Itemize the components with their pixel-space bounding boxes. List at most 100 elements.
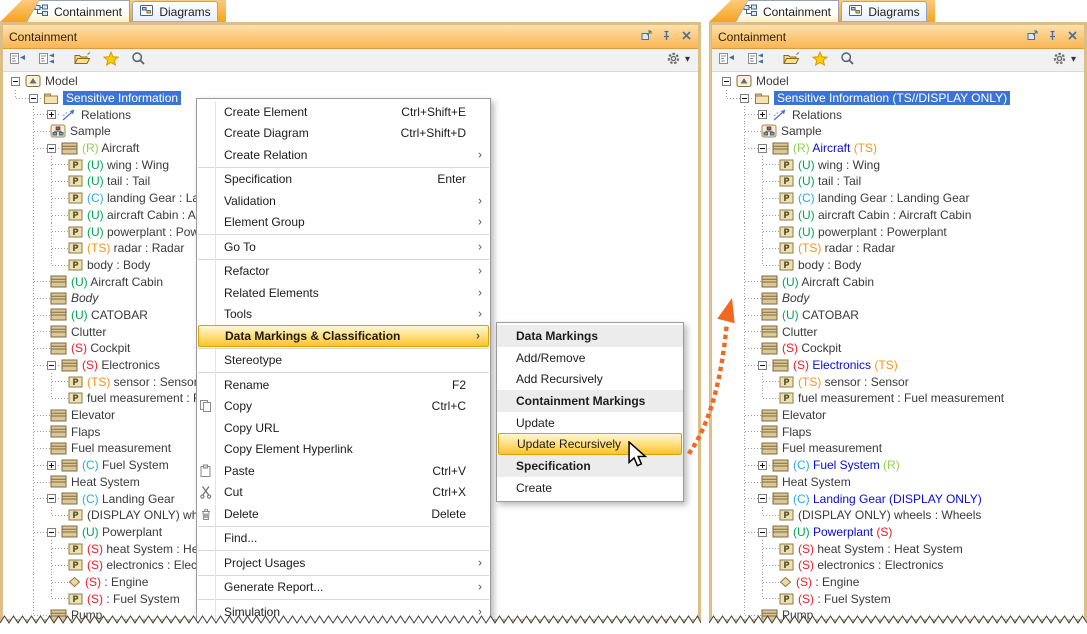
menu-item-project-usages[interactable]: Project Usages› bbox=[197, 552, 490, 574]
tree-row[interactable]: Model bbox=[718, 73, 1084, 90]
tree-row[interactable]: Relations bbox=[718, 106, 1084, 123]
menu-item-copy-url[interactable]: Copy URL bbox=[197, 417, 490, 439]
expand-expander[interactable] bbox=[47, 461, 56, 470]
menu-item-paste[interactable]: PasteCtrl+V bbox=[197, 460, 490, 482]
tree-row[interactable]: (R) Aircraft (TS) bbox=[718, 140, 1084, 157]
tree-row[interactable]: Sensitive Information (TS//DISPLAY ONLY) bbox=[718, 90, 1084, 107]
collapse-expander[interactable] bbox=[29, 94, 38, 103]
menu-item-rename[interactable]: RenameF2 bbox=[197, 374, 490, 396]
collapse-icon[interactable] bbox=[718, 51, 735, 69]
menu-item-find-[interactable]: Find... bbox=[197, 528, 490, 550]
tab-containment[interactable]: Containment bbox=[735, 0, 839, 22]
menu-item-element-group[interactable]: Element Group› bbox=[197, 212, 490, 234]
menu-item-go-to[interactable]: Go To› bbox=[197, 236, 490, 258]
expand-expander[interactable] bbox=[758, 110, 767, 119]
gear-icon[interactable] bbox=[666, 51, 681, 69]
tree-row[interactable]: (C) Landing Gear (DISPLAY ONLY) bbox=[718, 490, 1084, 507]
tree-row[interactable]: Elevator bbox=[718, 407, 1084, 424]
collapse-expander[interactable] bbox=[47, 144, 56, 153]
collapse-expander[interactable] bbox=[47, 494, 56, 503]
search-icon[interactable] bbox=[840, 51, 855, 69]
float-icon[interactable] bbox=[641, 30, 652, 44]
tree-row[interactable]: Pfuel measurement : Fuel measurement bbox=[718, 390, 1084, 407]
tree-row[interactable]: (S) Electronics (TS) bbox=[718, 357, 1084, 374]
tree-row[interactable]: P(S) : Fuel System bbox=[718, 590, 1084, 607]
menu-item-create[interactable]: Create bbox=[497, 477, 683, 499]
tree-row[interactable]: P(C) landing Gear : Landing Gear bbox=[718, 190, 1084, 207]
expand-expander[interactable] bbox=[47, 110, 56, 119]
tree-row[interactable]: P(DISPLAY ONLY) wheels : Wheels bbox=[718, 507, 1084, 524]
menu-item-delete[interactable]: DeleteDelete bbox=[197, 503, 490, 525]
menu-item-copy[interactable]: CopyCtrl+C bbox=[197, 396, 490, 418]
menu-item-cut[interactable]: CutCtrl+X bbox=[197, 482, 490, 504]
menu-item-update[interactable]: Update bbox=[497, 412, 683, 434]
menu-item-create-relation[interactable]: Create Relation› bbox=[197, 144, 490, 166]
tree-row[interactable]: Flaps bbox=[718, 423, 1084, 440]
close-icon[interactable] bbox=[1067, 30, 1078, 44]
tree-row[interactable]: Fuel measurement bbox=[718, 440, 1084, 457]
tree-row[interactable]: Model bbox=[7, 73, 698, 90]
tree-row[interactable]: P(U) tail : Tail bbox=[718, 173, 1084, 190]
tree-row[interactable]: P(TS) sensor : Sensor bbox=[718, 373, 1084, 390]
gear-icon[interactable] bbox=[1052, 51, 1067, 69]
open-project-icon[interactable] bbox=[782, 51, 800, 69]
collapse-expander[interactable] bbox=[740, 94, 749, 103]
tree-row[interactable]: (C) Fuel System (R) bbox=[718, 457, 1084, 474]
tree-row[interactable]: (S) : Engine bbox=[718, 574, 1084, 591]
collapse-all-icon[interactable] bbox=[747, 51, 764, 69]
collapse-expander[interactable] bbox=[758, 528, 767, 537]
caret-down-icon[interactable]: ▾ bbox=[1071, 55, 1076, 65]
caret-down-icon[interactable]: ▾ bbox=[685, 55, 690, 65]
collapse-expander[interactable] bbox=[758, 144, 767, 153]
menu-item-related-elements[interactable]: Related Elements› bbox=[197, 282, 490, 304]
tree-row[interactable]: Pbody : Body bbox=[718, 257, 1084, 274]
tree-row[interactable]: P(TS) radar : Radar bbox=[718, 240, 1084, 257]
menu-item-create-element[interactable]: Create ElementCtrl+Shift+E bbox=[197, 101, 490, 123]
menu-item-copy-element-hyperlink[interactable]: Copy Element Hyperlink bbox=[197, 439, 490, 461]
tree-row[interactable]: (S) Cockpit bbox=[718, 340, 1084, 357]
tree-row[interactable]: P(S) heat System : Heat System bbox=[718, 540, 1084, 557]
tree-row[interactable]: P(U) aircraft Cabin : Aircraft Cabin bbox=[718, 207, 1084, 224]
collapse-expander[interactable] bbox=[47, 361, 56, 370]
menu-item-stereotype[interactable]: Stereotype bbox=[197, 350, 490, 372]
tree-row[interactable]: P(U) powerplant : Powerplant bbox=[718, 223, 1084, 240]
collapse-expander[interactable] bbox=[758, 494, 767, 503]
pin-icon[interactable] bbox=[661, 30, 672, 44]
menu-item-update-recursively[interactable]: Update Recursively bbox=[498, 433, 682, 455]
float-icon[interactable] bbox=[1027, 30, 1038, 44]
collapse-expander[interactable] bbox=[722, 77, 731, 86]
close-icon[interactable] bbox=[681, 30, 692, 44]
menu-item-validation[interactable]: Validation› bbox=[197, 190, 490, 212]
tree-row[interactable]: Clutter bbox=[718, 323, 1084, 340]
collapse-all-icon[interactable] bbox=[38, 51, 55, 69]
menu-item-create-diagram[interactable]: Create DiagramCtrl+Shift+D bbox=[197, 123, 490, 145]
menu-item-add-recursively[interactable]: Add Recursively bbox=[497, 368, 683, 390]
tab-containment[interactable]: Containment bbox=[26, 0, 130, 22]
tree-row[interactable]: Body bbox=[718, 290, 1084, 307]
tree-row[interactable]: (U) Aircraft Cabin bbox=[718, 273, 1084, 290]
favorites-star-icon[interactable] bbox=[812, 51, 828, 69]
pin-icon[interactable] bbox=[1047, 30, 1058, 44]
menu-item-refactor[interactable]: Refactor› bbox=[197, 261, 490, 283]
tree-row[interactable]: P(S) electronics : Electronics bbox=[718, 557, 1084, 574]
menu-item-tools[interactable]: Tools› bbox=[197, 304, 490, 326]
expand-expander[interactable] bbox=[758, 461, 767, 470]
tree-row[interactable]: Sample bbox=[718, 123, 1084, 140]
collapse-expander[interactable] bbox=[11, 77, 20, 86]
search-icon[interactable] bbox=[131, 51, 146, 69]
tab-diagrams[interactable]: Diagrams bbox=[841, 1, 927, 21]
tree-row[interactable]: (U) CATOBAR bbox=[718, 307, 1084, 324]
tree-row[interactable]: (U) Powerplant (S) bbox=[718, 524, 1084, 541]
tab-diagrams[interactable]: Diagrams bbox=[132, 1, 218, 21]
open-project-icon[interactable] bbox=[73, 51, 91, 69]
tree-row[interactable]: P(U) wing : Wing bbox=[718, 156, 1084, 173]
menu-item-specification[interactable]: SpecificationEnter bbox=[197, 169, 490, 191]
collapse-icon[interactable] bbox=[9, 51, 26, 69]
menu-item-generate-report-[interactable]: Generate Report...› bbox=[197, 577, 490, 599]
tree-row[interactable]: Heat System bbox=[718, 474, 1084, 491]
menu-item-data-markings-classification[interactable]: Data Markings & Classification› bbox=[198, 325, 489, 347]
menu-item-add-remove[interactable]: Add/Remove bbox=[497, 347, 683, 369]
collapse-expander[interactable] bbox=[47, 528, 56, 537]
collapse-expander[interactable] bbox=[758, 361, 767, 370]
favorites-star-icon[interactable] bbox=[103, 51, 119, 69]
